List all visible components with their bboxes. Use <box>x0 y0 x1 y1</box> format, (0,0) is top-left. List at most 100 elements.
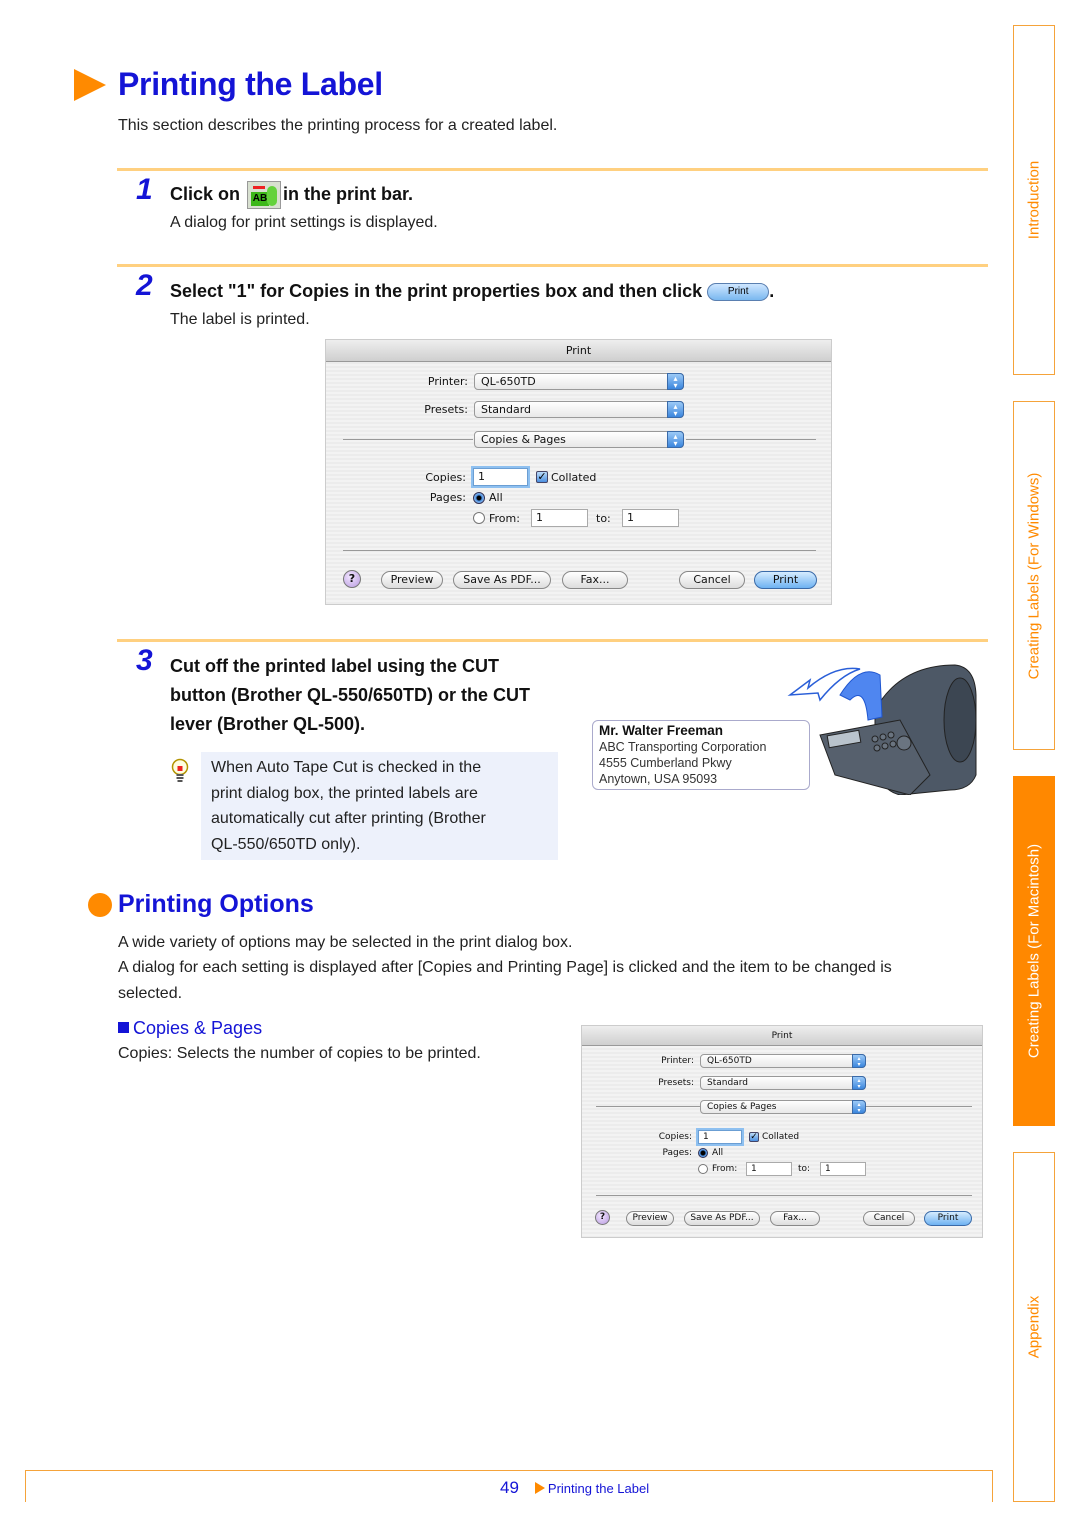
presets-label: Presets: <box>424 403 468 416</box>
step-1-description: A dialog for print settings is displayed… <box>170 214 438 231</box>
pages-from-radio[interactable] <box>698 1164 708 1174</box>
step-2-heading-after: . <box>769 281 775 301</box>
presets-select[interactable]: Standard ▴ ▾ <box>700 1076 866 1090</box>
printer-select[interactable]: QL-650TD ▴ ▾ <box>700 1054 866 1068</box>
save-as-pdf-button[interactable]: Save As PDF... <box>453 571 551 589</box>
step-number: 1 <box>136 173 153 206</box>
hint-line: When Auto Tape Cut is checked in the <box>211 759 482 776</box>
print-button[interactable]: Print <box>754 571 817 589</box>
label-line: 4555 Cumberland Pkwy <box>599 756 732 770</box>
presets-select[interactable]: Standard ▴ ▾ <box>474 401 684 418</box>
step-2-heading-before: Select "1" for Copies in the print prope… <box>170 281 703 301</box>
popup-arrows-icon: ▴ ▾ <box>852 1076 866 1090</box>
collated-checkbox[interactable]: ✓ <box>536 471 548 483</box>
all-label: All <box>489 491 503 504</box>
fax-button[interactable]: Fax... <box>770 1211 820 1226</box>
to-label: to: <box>798 1164 811 1174</box>
step-divider <box>117 639 988 642</box>
preview-button[interactable]: Preview <box>381 571 443 589</box>
options-para-2-line-1: A dialog for each setting is displayed a… <box>118 959 892 976</box>
step-divider <box>117 264 988 267</box>
step-3-heading-line: lever (Brother QL-500). <box>170 714 366 734</box>
page-number: 49 <box>500 1478 519 1497</box>
step-3-heading-line: button (Brother QL-550/650TD) or the CUT <box>170 685 531 705</box>
fax-button[interactable]: Fax... <box>562 571 628 589</box>
printed-label-sample: Mr. Walter Freeman ABC Transporting Corp… <box>592 720 810 790</box>
cancel-button[interactable]: Cancel <box>679 571 745 589</box>
divider <box>596 1195 972 1196</box>
popup-arrows-icon: ▴ ▾ <box>667 431 684 448</box>
to-input[interactable]: 1 <box>820 1162 866 1176</box>
collated-label: Collated <box>762 1132 800 1142</box>
print-dialog-screenshot: Print Printer: QL-650TD ▴ ▾ Presets: Stand… <box>325 339 832 605</box>
copies-input[interactable]: 1 <box>473 468 528 486</box>
page-header: Printing the Label <box>74 66 383 103</box>
pages-all-radio[interactable] <box>698 1148 708 1158</box>
from-input[interactable]: 1 <box>531 509 588 527</box>
printer-select[interactable]: QL-650TD ▴ ▾ <box>474 373 684 390</box>
label-name: Mr. Walter Freeman <box>599 723 724 738</box>
section-title: Printing Options <box>118 890 314 918</box>
step-1-heading-after: in the print bar. <box>283 184 414 204</box>
label-printer-illustration <box>787 664 977 795</box>
step-3-heading: Cut off the printed label using the CUT … <box>170 652 530 739</box>
square-bullet-icon <box>118 1022 129 1033</box>
step-2-heading: Select "1" for Copies in the print prope… <box>170 277 774 306</box>
hint-line: QL-550/650TD only). <box>211 835 361 853</box>
footer-section-link[interactable]: Printing the Label <box>548 1481 649 1496</box>
save-as-pdf-button[interactable]: Save As PDF... <box>684 1211 760 1226</box>
pages-label: Pages: <box>429 491 466 504</box>
cancel-button[interactable]: Cancel <box>863 1211 915 1226</box>
step-2-description: The label is printed. <box>170 311 310 328</box>
side-tab-introduction[interactable]: Introduction <box>1013 25 1055 375</box>
options-para-2-line-2: selected. <box>118 985 183 1002</box>
popup-arrows-icon: ▴ ▾ <box>852 1054 866 1068</box>
inline-print-button-image: Print <box>707 283 770 302</box>
printer-label: Printer: <box>427 375 468 388</box>
pages-label: Pages: <box>662 1148 692 1158</box>
step-number: 2 <box>136 269 153 302</box>
side-tab-creating-labels-macintosh[interactable]: Creating Labels (For Macintosh) <box>1013 776 1055 1126</box>
pages-all-radio[interactable] <box>473 491 485 504</box>
panel-select[interactable]: Copies & Pages ▴ ▾ <box>700 1100 866 1114</box>
dialog-title: Print <box>326 340 831 362</box>
hint-line: print dialog box, the printed labels are <box>211 784 478 802</box>
page-title: Printing the Label <box>118 66 383 102</box>
divider <box>343 550 816 551</box>
options-para-1: A wide variety of options may be selecte… <box>118 934 573 951</box>
divider <box>596 1106 700 1107</box>
hint-box: When Auto Tape Cut is checked in the pri… <box>201 752 558 860</box>
all-label: All <box>712 1148 724 1158</box>
collated-checkbox[interactable]: ✓ <box>749 1132 759 1142</box>
orange-triangle-icon <box>74 68 106 101</box>
printing-options-heading: Printing Options <box>88 890 314 919</box>
panel-select[interactable]: Copies & Pages ▴ ▾ <box>474 431 684 448</box>
copies-pages-subheading: Copies & Pages <box>118 1018 262 1039</box>
from-input[interactable]: 1 <box>746 1162 792 1176</box>
from-label: From: <box>489 511 520 525</box>
popup-arrows-icon: ▴ ▾ <box>667 373 684 390</box>
label-line: Anytown, USA 95093 <box>599 772 718 786</box>
print-button[interactable]: Print <box>924 1211 972 1226</box>
orange-dot-icon <box>88 892 112 917</box>
to-input[interactable]: 1 <box>622 509 679 527</box>
step-divider <box>117 168 988 171</box>
step-1-heading: Click on AB in the print bar. <box>170 180 414 210</box>
hint-line: automatically cut after printing (Brothe… <box>211 810 486 827</box>
popup-arrows-icon: ▴ ▾ <box>852 1100 866 1114</box>
dialog-title: Print <box>582 1026 982 1046</box>
preview-button[interactable]: Preview <box>626 1211 674 1226</box>
copies-description: Copies: Selects the number of copies to … <box>118 1045 481 1062</box>
help-button[interactable]: ? <box>343 570 361 588</box>
divider <box>866 1106 972 1107</box>
pages-from-radio[interactable] <box>473 512 485 524</box>
collated-label: Collated <box>551 470 597 484</box>
copies-label: Copies: <box>425 470 466 484</box>
print-bar-ab-icon: AB <box>247 181 282 210</box>
side-tab-creating-labels-windows[interactable]: Creating Labels (For Windows) <box>1013 401 1055 750</box>
popup-arrows-icon: ▴ ▾ <box>667 401 684 418</box>
side-tab-appendix[interactable]: Appendix <box>1013 1152 1055 1502</box>
copies-input[interactable]: 1 <box>698 1130 742 1144</box>
help-button[interactable]: ? <box>595 1210 610 1225</box>
intro-text: This section describes the printing proc… <box>118 117 558 134</box>
